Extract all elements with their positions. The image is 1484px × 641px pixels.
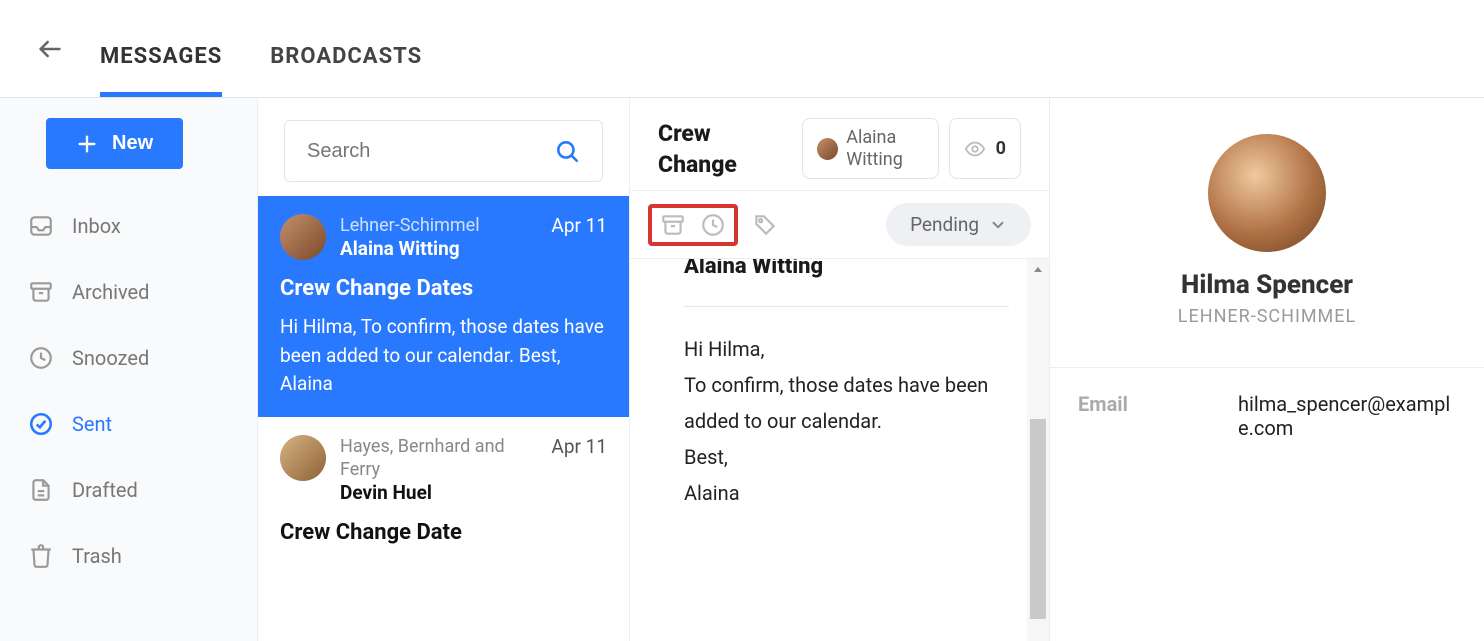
message-body: Hi Hilma, To confirm, those dates have b… [684,331,1009,511]
scrollbar-thumb[interactable] [1030,419,1046,619]
sidebar-item-label: Inbox [72,214,121,238]
sidebar-item-snoozed[interactable]: Snoozed [0,325,257,391]
plus-icon [76,133,98,155]
message-org: Hayes, Bernhard and Ferry [340,435,531,482]
arrow-left-icon [36,35,64,63]
contact-field-email: Email hilma_spencer@example.com [1078,392,1456,440]
message-item[interactable]: Hayes, Bernhard and Ferry Devin Huel Apr… [258,417,629,563]
archive-button[interactable] [660,212,686,238]
message-preview: Hi Hilma, To confirm, those dates have b… [280,313,607,399]
check-circle-icon [28,411,54,437]
scrollbar[interactable] [1027,259,1049,641]
status-label: Pending [910,213,979,236]
message-sender: Devin Huel [340,481,531,506]
sidebar-item-inbox[interactable]: Inbox [0,193,257,259]
search-icon[interactable] [554,138,580,164]
sidebar-item-label: Archived [72,280,149,304]
sidebar-item-label: Sent [72,412,112,436]
tag-button[interactable] [752,212,778,238]
avatar [280,435,326,481]
clock-icon [700,212,726,238]
top-tabs: MESSAGES BROADCASTS [100,0,422,97]
tab-broadcasts[interactable]: BROADCASTS [270,0,422,97]
main-area: New Inbox Archived Snoozed Sent Drafted … [0,98,1484,641]
divider [684,306,1009,307]
search-input[interactable] [307,140,507,163]
clock-icon [28,345,54,371]
message-date: Apr 11 [551,435,607,458]
trash-icon [28,543,54,569]
eye-icon [964,138,986,160]
message-item[interactable]: Lehner-Schimmel Alaina Witting Apr 11 Cr… [258,196,629,417]
tab-messages[interactable]: MESSAGES [100,0,222,97]
message-from: Alaina Witting [684,259,1009,282]
avatar [280,214,326,260]
divider [1050,367,1484,368]
tag-icon [752,212,778,238]
conversation-title: Crew Change [658,118,788,180]
back-button[interactable] [36,35,64,63]
sidebar-item-archived[interactable]: Archived [0,259,257,325]
message-date: Apr 11 [551,214,607,237]
sidebar-item-trash[interactable]: Trash [0,523,257,589]
field-value: hilma_spencer@example.com [1238,392,1456,440]
chevron-up-icon [1032,264,1044,276]
contact-org: LEHNER-SCHIMMEL [1078,306,1456,327]
highlighted-toolbar-group [648,204,738,246]
compose-label: New [112,132,153,155]
conversation-toolbar: Pending [630,190,1049,259]
avatar [817,138,838,160]
view-count-chip[interactable]: 0 [949,118,1021,179]
conversation-body: Alaina Witting Hi Hilma, To confirm, tho… [630,259,1049,641]
message-subject: Crew Change Date [280,520,607,545]
snooze-button[interactable] [700,212,726,238]
message-org: Lehner-Schimmel [340,214,531,237]
contact-avatar [1208,134,1326,252]
compose-button[interactable]: New [46,118,183,169]
document-icon [28,477,54,503]
contact-name: Hilma Spencer [1078,270,1456,300]
archive-icon [28,279,54,305]
inbox-icon [28,213,54,239]
chevron-down-icon [989,216,1007,234]
sidebar-item-drafted[interactable]: Drafted [0,457,257,523]
sidebar-item-label: Snoozed [72,346,149,370]
message-sender: Alaina Witting [340,237,531,262]
message-list: Lehner-Schimmel Alaina Witting Apr 11 Cr… [258,98,630,641]
sidebar: New Inbox Archived Snoozed Sent Drafted … [0,98,258,641]
status-dropdown[interactable]: Pending [886,203,1031,246]
top-bar: MESSAGES BROADCASTS [0,0,1484,98]
view-count: 0 [996,138,1006,159]
sidebar-item-label: Drafted [72,478,138,502]
participant-name: Alaina Witting [846,127,923,170]
sidebar-item-sent[interactable]: Sent [0,391,257,457]
conversation-pane: Crew Change Alaina Witting 0 [630,98,1050,641]
participant-chip[interactable]: Alaina Witting [802,118,938,179]
sidebar-item-label: Trash [72,544,122,568]
conversation-header: Crew Change Alaina Witting 0 [630,98,1049,190]
search-box[interactable] [284,120,603,182]
archive-icon [660,212,686,238]
scroll-up-button[interactable] [1027,259,1049,281]
message-subject: Crew Change Dates [280,276,607,301]
contact-pane: Hilma Spencer LEHNER-SCHIMMEL Email hilm… [1050,98,1484,641]
field-label: Email [1078,392,1198,440]
